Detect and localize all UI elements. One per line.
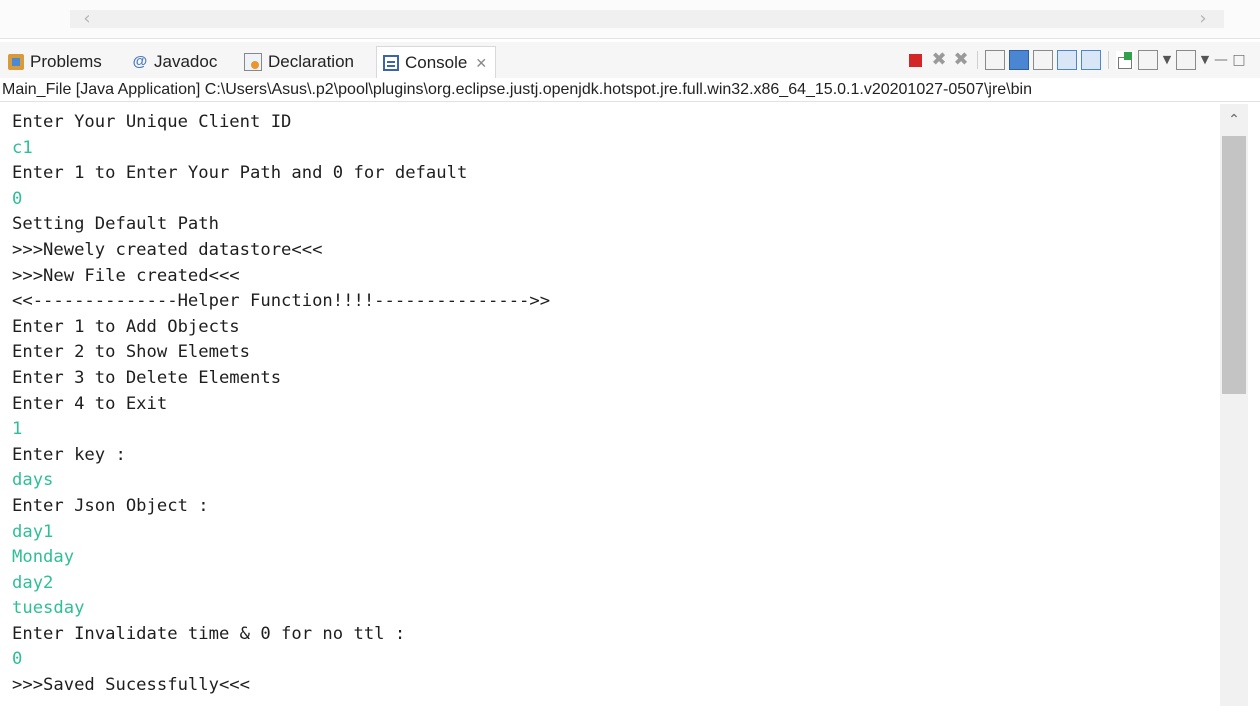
console-input-line: Monday	[12, 547, 75, 568]
scroll-right-arrow-icon[interactable]: ›	[1194, 9, 1212, 29]
console-input-line: 0	[12, 188, 23, 209]
pin-console-icon[interactable]	[1116, 51, 1134, 69]
scroll-lock-icon[interactable]	[1009, 50, 1029, 70]
console-input-line: day1	[12, 521, 54, 542]
console-output-line: Enter Your Unique Client ID	[12, 112, 292, 132]
horizontal-scrollbar[interactable]: ‹ ›	[0, 0, 1260, 39]
show-console-on-stdout-icon[interactable]	[1057, 50, 1077, 70]
console-input-line: c1	[12, 137, 33, 158]
console-output-line: Enter Json Object :	[12, 495, 209, 516]
launch-description: Main_File [Java Application] C:\Users\As…	[0, 78, 1260, 102]
declaration-icon	[244, 53, 262, 71]
toolbar-separator	[1108, 51, 1109, 69]
problems-icon	[8, 54, 24, 70]
clear-console-icon[interactable]	[985, 50, 1005, 70]
toolbar-separator	[977, 51, 978, 69]
remove-all-terminated-icon[interactable]: ✖	[952, 51, 970, 69]
console-output-line: >>>New File created<<<	[12, 265, 240, 286]
tab-problems[interactable]: Problems	[8, 46, 102, 78]
console-input-line: 1	[12, 419, 23, 440]
console-input-line: day2	[12, 572, 54, 593]
scroll-up-arrow-icon[interactable]: ⌃	[1220, 110, 1248, 130]
javadoc-icon: @	[132, 53, 148, 70]
console-output-line: >>>Saved Sucessfully<<<	[12, 675, 250, 696]
tab-problems-label: Problems	[30, 52, 102, 71]
horizontal-scroll-track[interactable]	[70, 10, 1224, 28]
display-selected-console-icon[interactable]	[1138, 50, 1158, 70]
console-output-line: Enter 1 to Enter Your Path and 0 for def…	[12, 163, 468, 184]
remove-launch-icon[interactable]: ✖	[930, 51, 948, 69]
tab-javadoc-label: Javadoc	[154, 52, 218, 71]
console-output-line: Enter 2 to Show Elemets	[12, 342, 250, 363]
tab-console-label: Console	[405, 53, 468, 72]
console-input-line: days	[12, 470, 54, 491]
console-output-line: <<--------------Helper Function!!!!-----…	[12, 291, 551, 312]
console-toolbar: ✖ ✖ ▼ ▼ — □	[905, 50, 1246, 70]
show-console-on-stderr-icon[interactable]	[1081, 50, 1101, 70]
console-output-line: Enter Invalidate time & 0 for no ttl :	[12, 623, 406, 644]
tab-declaration[interactable]: Declaration	[244, 46, 354, 78]
open-console-icon[interactable]	[1176, 50, 1196, 70]
vertical-scroll-thumb[interactable]	[1222, 136, 1246, 394]
tab-console[interactable]: Console ✕	[376, 46, 497, 79]
console-output[interactable]: Enter Your Unique Client ID c1 Enter 1 to …	[0, 110, 1220, 706]
close-tab-icon[interactable]: ✕	[475, 55, 487, 72]
chevron-down-icon[interactable]: ▼	[1200, 51, 1210, 69]
chevron-down-icon[interactable]: ▼	[1162, 51, 1172, 69]
console-input-line: 0	[12, 649, 23, 670]
console-output-line: Enter 4 to Exit	[12, 393, 168, 414]
console-output-line: Enter key :	[12, 444, 126, 465]
console-input-line: tuesday	[12, 598, 85, 619]
console-output-line: Enter 1 to Add Objects	[12, 316, 240, 337]
maximize-icon[interactable]: □	[1232, 51, 1246, 69]
console-output-line: >>>Newely created datastore<<<	[12, 239, 323, 260]
console-icon	[383, 55, 399, 71]
console-output-line: Setting Default Path	[12, 214, 219, 235]
word-wrap-icon[interactable]	[1033, 50, 1053, 70]
console-output-line: Enter 3 to Delete Elements	[12, 367, 282, 388]
tab-javadoc[interactable]: @ Javadoc	[132, 46, 218, 78]
tab-declaration-label: Declaration	[268, 52, 354, 71]
terminate-icon[interactable]	[909, 53, 922, 67]
scroll-left-arrow-icon[interactable]: ‹	[78, 9, 96, 29]
minimize-icon[interactable]: —	[1214, 51, 1228, 69]
vertical-scrollbar[interactable]: ⌃	[1220, 104, 1248, 706]
